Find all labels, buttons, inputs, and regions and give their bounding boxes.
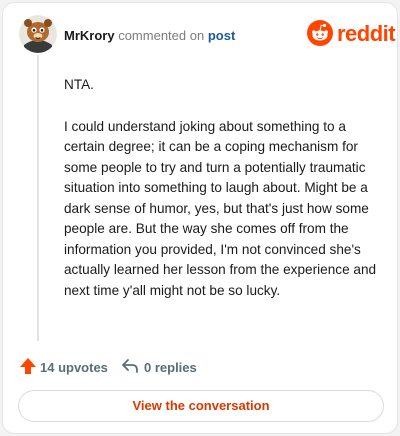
replies-count: 0 replies	[144, 360, 197, 375]
replies-stat[interactable]: 0 replies	[121, 357, 211, 377]
post-link[interactable]: post	[208, 28, 235, 43]
embedded-comment-card: MrKrory commented on post reddit NTA. I …	[2, 2, 398, 434]
reddit-snoo-icon	[307, 20, 333, 46]
comment-header: MrKrory commented on post reddit	[19, 15, 396, 55]
upvotes-stat[interactable]: 14 upvotes	[19, 357, 109, 377]
brand-name: reddit	[337, 21, 396, 46]
thread-line	[37, 55, 39, 341]
view-conversation-button[interactable]: View the conversation	[18, 390, 384, 422]
action-text: commented on	[118, 28, 205, 43]
comment-meta: MrKrory commented on post	[64, 28, 235, 43]
upvote-arrow-icon	[20, 358, 36, 374]
comment-stats: 14 upvotes 0 replies	[19, 357, 319, 377]
comment-paragraph: NTA.	[64, 77, 94, 92]
comment-body: NTA. I could understand joking about som…	[64, 75, 390, 322]
reddit-logo[interactable]: reddit	[307, 20, 396, 48]
reply-arrow-icon	[122, 359, 138, 373]
upvotes-count: 14 upvotes	[40, 360, 108, 375]
author-name[interactable]: MrKrory	[64, 28, 115, 43]
avatar[interactable]	[19, 15, 57, 53]
comment-paragraph: I could understand joking about somethin…	[64, 118, 377, 298]
